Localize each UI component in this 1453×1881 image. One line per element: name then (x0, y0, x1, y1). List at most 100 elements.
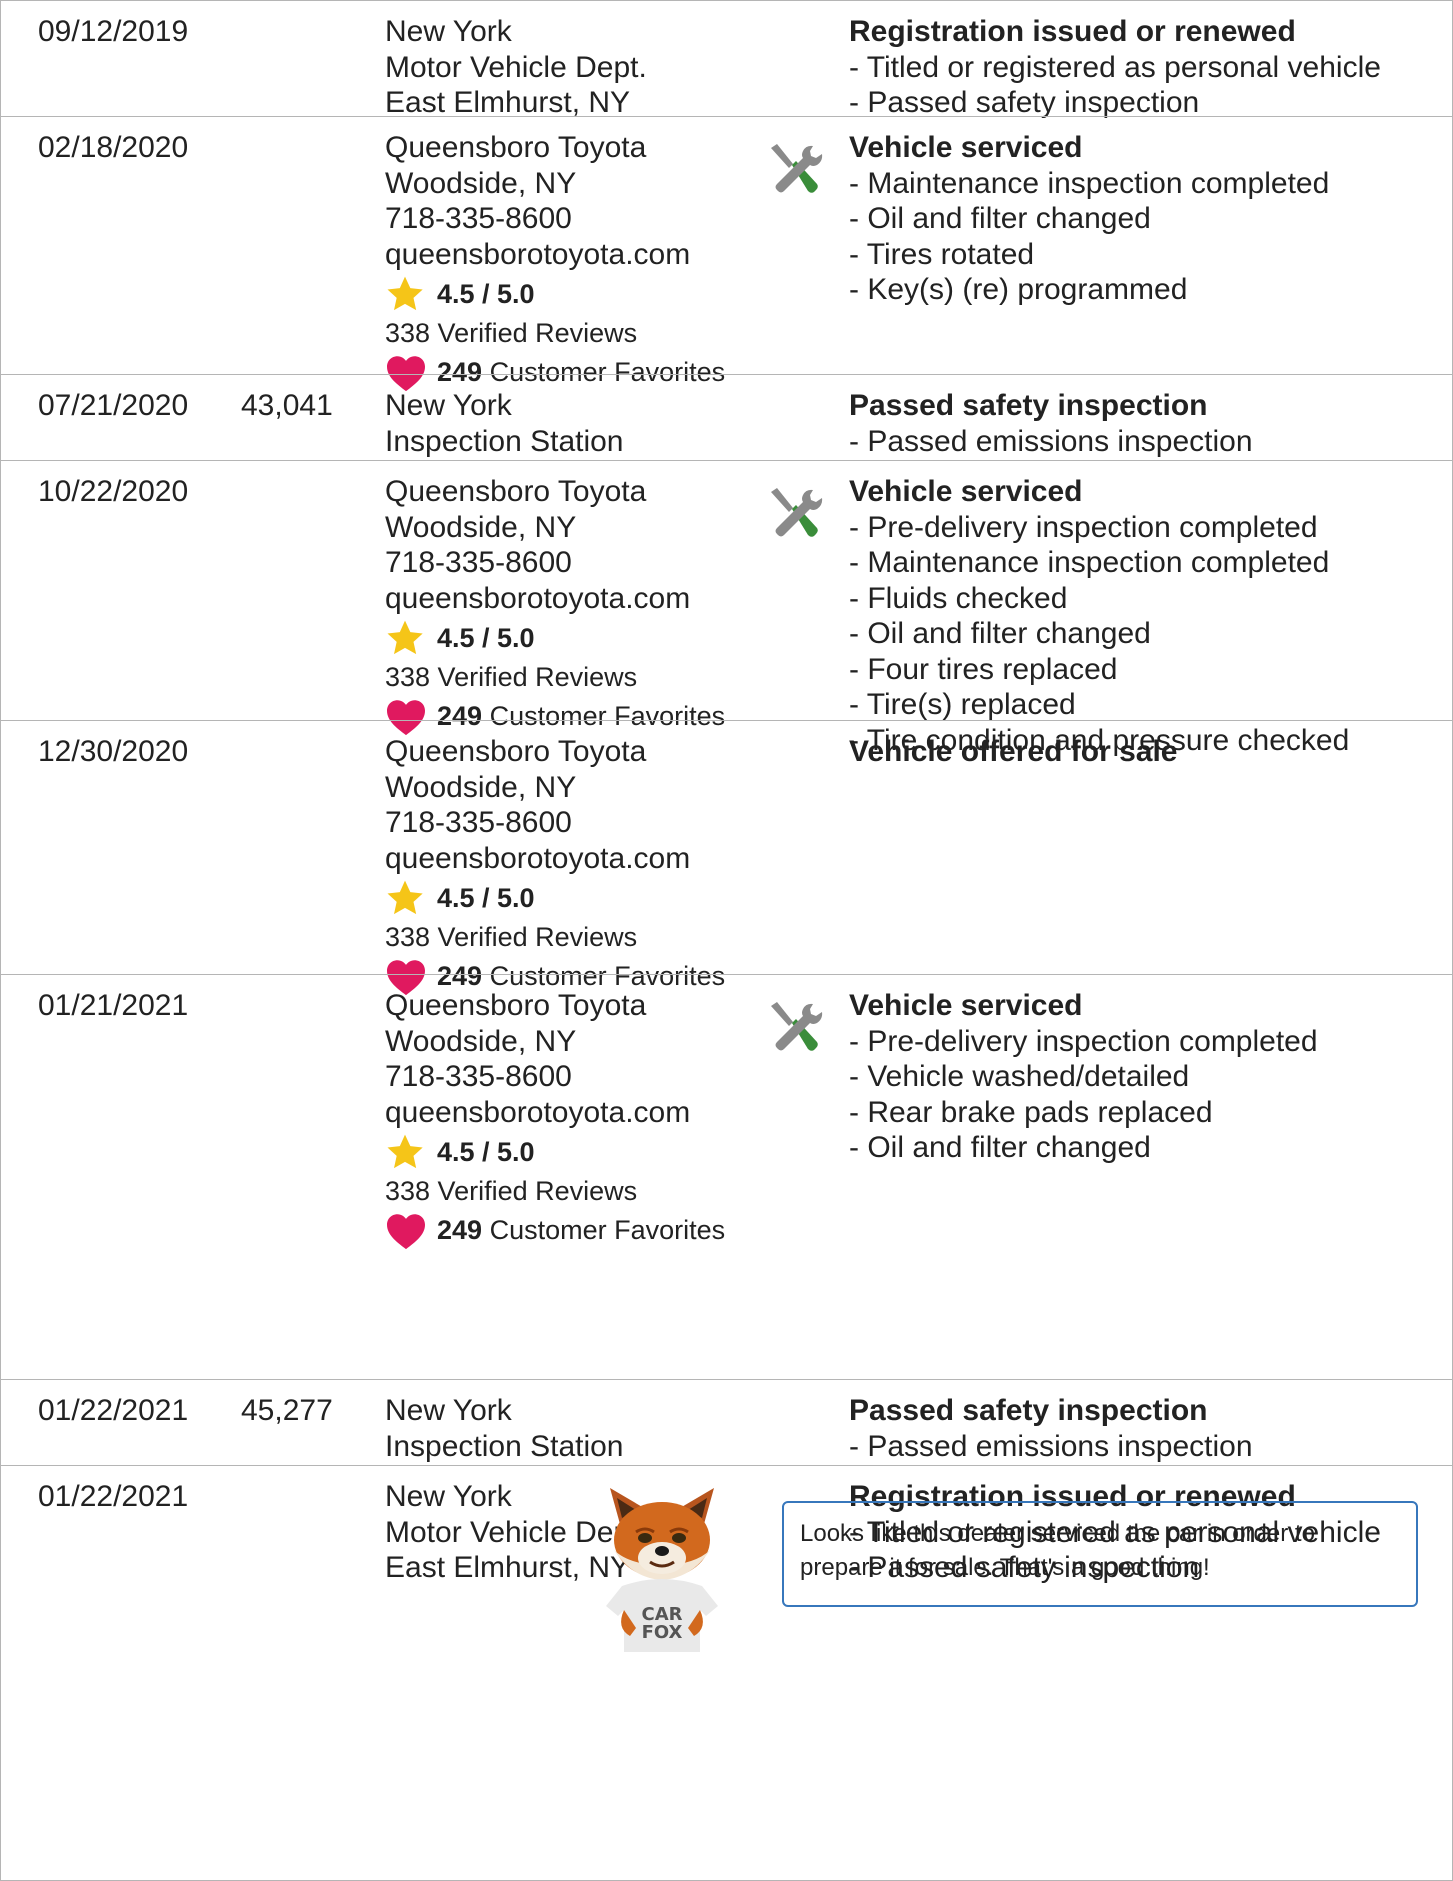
record-date: 01/22/2021 (38, 1480, 189, 1513)
record-comments: Vehicle serviced - Pre-delivery inspectio… (849, 474, 1349, 758)
wrench-screwdriver-icon (765, 140, 823, 198)
record-date: 01/21/2021 (38, 989, 189, 1022)
source-line: Motor Vehicle Dept. (385, 50, 647, 84)
record-source: New York Motor Vehicle Dept. East Elmhurst… (385, 14, 647, 121)
record-comments: Vehicle offered for sale (849, 734, 1177, 770)
record-date: 09/12/2019 (38, 15, 189, 48)
comment-item: - Tires rotated (849, 237, 1035, 271)
record-comments: Passed safety inspection - Passed emissio… (849, 388, 1253, 459)
rating-value: 4.5 / 5.0 (437, 279, 535, 309)
star-icon (385, 1132, 427, 1172)
source-line: Queensboro Toyota (385, 475, 647, 508)
source-line: Woodside, NY (385, 166, 577, 200)
history-record: 07/21/2020 43,041 New York Inspection Stati… (0, 374, 1453, 460)
customer-favorites[interactable]: 249 Customer Favorites (385, 1210, 725, 1250)
dealer-website-link[interactable]: queensborotoyota.com (385, 581, 725, 617)
source-line: Queensboro Toyota (385, 735, 647, 768)
history-record: 01/21/2021 Queensboro Toyota Woodside, NY 7… (0, 974, 1453, 1379)
reviews-count: 338 Verified Reviews (385, 318, 638, 348)
history-record: 10/22/2020 Queensboro Toyota Woodside, NY 7… (0, 460, 1453, 757)
comment-item: - Key(s) (re) programmed (849, 273, 1188, 306)
carfox-tip-box: Looks like this dealer serviced the car … (782, 1501, 1418, 1607)
record-odometer: 45,277 (241, 1394, 333, 1427)
dealer-rating[interactable]: 4.5 / 5.0 (385, 1132, 725, 1172)
wrench-screwdriver-icon (765, 998, 823, 1056)
dealer-website-link[interactable]: queensborotoyota.com (385, 237, 725, 273)
source-line: 718-335-8600 (385, 546, 572, 579)
source-line: New York (385, 389, 512, 422)
comment-item: - Passed emissions inspection (849, 424, 1253, 458)
comment-title: Vehicle serviced (849, 131, 1083, 164)
heart-icon (385, 1210, 427, 1250)
fox-shirt-line-2: FOX (642, 1622, 683, 1643)
source-line: Woodside, NY (385, 770, 577, 804)
comment-item: - Titled or registered as personal vehic… (849, 50, 1381, 84)
comment-item: - Tire(s) replaced (849, 688, 1076, 721)
source-line: 718-335-8600 (385, 202, 572, 235)
comment-item: - Pre-delivery inspection completed (849, 510, 1318, 544)
favorites-label: Customer Favorites (482, 1215, 726, 1245)
record-date: 12/30/2020 (38, 735, 189, 768)
comment-title: Vehicle serviced (849, 475, 1083, 508)
comment-item: - Passed emissions inspection (849, 1429, 1253, 1463)
record-comments: Vehicle serviced - Maintenance inspection… (849, 130, 1329, 308)
dealer-rating[interactable]: 4.5 / 5.0 (385, 618, 725, 658)
source-line: Woodside, NY (385, 510, 577, 544)
source-line: Woodside, NY (385, 1024, 577, 1058)
reviews-count: 338 Verified Reviews (385, 1176, 638, 1206)
record-source: Queensboro Toyota Woodside, NY 718-335-860… (385, 130, 725, 392)
history-record: 12/30/2020 Queensboro Toyota Woodside, NY 7… (0, 720, 1453, 996)
comment-title: Passed safety inspection (849, 389, 1208, 422)
source-line: Queensboro Toyota (385, 989, 647, 1022)
history-record: 09/12/2019 New York Motor Vehicle Dept. Eas… (0, 0, 1453, 119)
comment-title: Passed safety inspection (849, 1394, 1208, 1427)
comment-item: - Vehicle washed/detailed (849, 1060, 1190, 1093)
verified-reviews-link[interactable]: 338 Verified Reviews (385, 1172, 725, 1210)
record-date: 10/22/2020 (38, 475, 189, 508)
reviews-count: 338 Verified Reviews (385, 662, 638, 692)
verified-reviews-link[interactable]: 338 Verified Reviews (385, 314, 725, 352)
dealer-website-link[interactable]: queensborotoyota.com (385, 1095, 725, 1131)
star-icon (385, 618, 427, 658)
comment-item: - Oil and filter changed (849, 1131, 1151, 1164)
record-date: 07/21/2020 (38, 389, 189, 422)
comment-item: - Maintenance inspection completed (849, 546, 1330, 579)
star-icon (385, 878, 427, 918)
vehicle-history-table: 09/12/2019 New York Motor Vehicle Dept. Eas… (0, 0, 1453, 1881)
comment-item: - Maintenance inspection completed (849, 166, 1330, 200)
dealer-website-link[interactable]: queensborotoyota.com (385, 841, 725, 877)
record-comments: Passed safety inspection - Passed emissio… (849, 1393, 1253, 1464)
record-source: Queensboro Toyota Woodside, NY 718-335-860… (385, 734, 725, 996)
record-source: New York Inspection Station (385, 1393, 624, 1464)
rating-value: 4.5 / 5.0 (437, 883, 535, 913)
source-line: Inspection Station (385, 424, 624, 458)
comment-title: Vehicle offered for sale (849, 735, 1178, 768)
source-line: 718-335-8600 (385, 806, 572, 839)
record-date: 02/18/2020 (38, 131, 189, 164)
verified-reviews-link[interactable]: 338 Verified Reviews (385, 918, 725, 956)
record-comments: Registration issued or renewed - Titled o… (849, 14, 1381, 121)
comment-title: Vehicle serviced (849, 989, 1083, 1022)
history-record: 01/22/2021 45,277 New York Inspection Stati… (0, 1379, 1453, 1465)
favorites-count: 249 (437, 1215, 483, 1245)
wrench-screwdriver-icon (765, 484, 823, 542)
rating-value: 4.5 / 5.0 (437, 1137, 535, 1167)
comment-title: Registration issued or renewed (849, 15, 1296, 48)
reviews-count: 338 Verified Reviews (385, 922, 638, 952)
history-record: 02/18/2020 Queensboro Toyota Woodside, NY 7… (0, 116, 1453, 392)
source-line: New York (385, 1394, 512, 1427)
comment-item: - Pre-delivery inspection completed (849, 1024, 1318, 1058)
record-odometer: 43,041 (241, 389, 333, 422)
dealer-rating[interactable]: 4.5 / 5.0 (385, 878, 725, 918)
comment-item: - Oil and filter changed (849, 617, 1151, 650)
comment-item: - Rear brake pads replaced (849, 1095, 1213, 1129)
record-comments: Vehicle serviced - Pre-delivery inspectio… (849, 988, 1318, 1166)
record-source: Queensboro Toyota Woodside, NY 718-335-860… (385, 474, 725, 736)
carfox-mascot: CAR FOX (592, 1488, 732, 1652)
dealer-rating[interactable]: 4.5 / 5.0 (385, 274, 725, 314)
source-line: Inspection Station (385, 1429, 624, 1463)
source-line: Queensboro Toyota (385, 131, 647, 164)
comment-item: - Fluids checked (849, 581, 1068, 615)
comment-item: - Four tires replaced (849, 652, 1118, 686)
verified-reviews-link[interactable]: 338 Verified Reviews (385, 658, 725, 696)
